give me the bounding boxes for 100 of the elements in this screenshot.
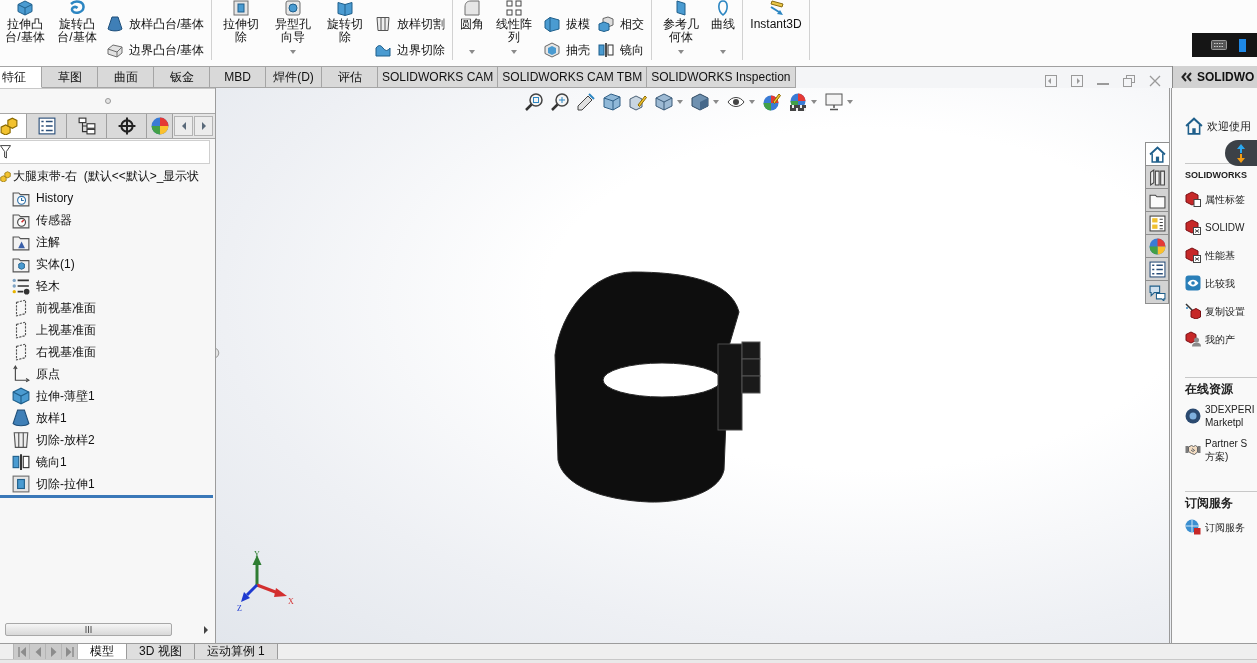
- view-tab[interactable]: 运动算例 1: [194, 644, 278, 659]
- task-tab[interactable]: [1145, 142, 1169, 166]
- filter-field[interactable]: [0, 140, 210, 164]
- caret-icon[interactable]: [748, 100, 755, 104]
- panel-tab[interactable]: [67, 114, 107, 138]
- panel-tab[interactable]: [107, 114, 147, 138]
- caret-icon[interactable]: [712, 100, 719, 104]
- tree-item[interactable]: 实体(1): [12, 253, 75, 275]
- task-link[interactable]: SOLIDW: [1205, 220, 1245, 234]
- task-link[interactable]: 订阅服务: [1205, 520, 1245, 534]
- tree-item[interactable]: 切除-拉伸1: [12, 473, 95, 495]
- task-tab[interactable]: [1145, 280, 1169, 304]
- tree-item[interactable]: 注解: [12, 231, 60, 253]
- caret-icon[interactable]: [511, 50, 518, 54]
- tree-item[interactable]: 拉伸-薄壁1: [12, 385, 95, 407]
- ribbon-button[interactable]: 拉伸凸台/基体: [1, 0, 49, 60]
- ribbon-button[interactable]: 镜向: [596, 37, 647, 63]
- right-triangle-icon[interactable]: [204, 625, 208, 634]
- caret-icon[interactable]: [810, 100, 817, 104]
- tree-item[interactable]: 右视基准面: [12, 341, 96, 363]
- double-chevron-icon[interactable]: [1181, 72, 1192, 82]
- tile-right-icon[interactable]: [1071, 75, 1083, 87]
- caret-icon[interactable]: [469, 50, 476, 54]
- caret-icon[interactable]: [846, 100, 853, 104]
- magnifier-icon[interactable]: [550, 93, 569, 111]
- color-ball-grid-icon[interactable]: [788, 93, 807, 111]
- ribbon-button[interactable]: 拔模: [542, 11, 593, 37]
- ribbon-button[interactable]: 相交: [596, 11, 647, 37]
- ribbon-tab[interactable]: 焊件(D): [266, 66, 322, 88]
- books-icon: [1148, 168, 1166, 186]
- scroll-left-button[interactable]: [174, 116, 193, 136]
- view-tab[interactable]: 模型: [78, 644, 127, 659]
- task-link[interactable]: 3DEXPERI Marketpl: [1205, 403, 1255, 429]
- caret-icon[interactable]: [678, 50, 685, 54]
- task-link[interactable]: 欢迎使用: [1207, 118, 1251, 134]
- cube-pencil-icon[interactable]: [628, 93, 647, 111]
- tree-item[interactable]: 镜向1: [12, 451, 67, 473]
- task-tab[interactable]: [1145, 257, 1169, 281]
- close-icon[interactable]: [1149, 75, 1161, 87]
- handle-dot-icon[interactable]: [104, 98, 111, 104]
- keyboard-icon[interactable]: [1211, 40, 1227, 50]
- ribbon-button[interactable]: 拉伸切除: [217, 0, 266, 60]
- task-tab[interactable]: [1145, 211, 1169, 235]
- shaded-cube-icon[interactable]: [690, 93, 709, 111]
- ribbon-button[interactable]: 参考几何体: [657, 0, 706, 60]
- caret-icon[interactable]: [290, 50, 297, 54]
- scroll-control[interactable]: [1225, 140, 1257, 166]
- view-tab[interactable]: 3D 视图: [127, 644, 195, 659]
- task-link[interactable]: 我的产: [1205, 332, 1235, 346]
- section-cube-icon[interactable]: [602, 93, 621, 111]
- tile-left-icon[interactable]: [1045, 75, 1057, 87]
- task-tab[interactable]: [1145, 165, 1169, 189]
- caret-icon[interactable]: [720, 50, 727, 54]
- tree-item[interactable]: 大腿束带-右 (默认<<默认>_显示状: [0, 165, 200, 187]
- ribbon-button[interactable]: 旋转切除: [321, 0, 370, 60]
- tree-item[interactable]: 轻木: [12, 275, 60, 297]
- monitor-icon[interactable]: [824, 93, 843, 111]
- task-link[interactable]: Partner S 方案): [1205, 437, 1248, 463]
- ribbon-tab[interactable]: MBD: [210, 66, 266, 88]
- magnifier-icon[interactable]: [524, 93, 543, 111]
- ribbon-button[interactable]: 放样切割: [373, 11, 448, 37]
- ribbon-tab[interactable]: 钣金: [154, 66, 210, 88]
- tree-item[interactable]: 放样1: [12, 407, 67, 429]
- scroll-thumb[interactable]: [5, 623, 172, 636]
- ribbon-button[interactable]: 边界凸台/基体: [105, 37, 207, 63]
- tree-item[interactable]: 原点: [12, 363, 60, 385]
- scroll-right-button[interactable]: [194, 116, 213, 136]
- ribbon-button[interactable]: 抽壳: [542, 37, 593, 63]
- tree-item[interactable]: 切除-放样2: [12, 429, 95, 451]
- ribbon-button[interactable]: 圆角: [458, 0, 487, 60]
- ribbon-tab[interactable]: 特征: [0, 66, 42, 88]
- tree-item[interactable]: History: [12, 187, 74, 209]
- ribbon-tab[interactable]: 曲面: [98, 66, 154, 88]
- ribbon-button[interactable]: Instant3D: [748, 0, 804, 60]
- ribbon-button[interactable]: 曲线: [709, 0, 738, 60]
- restore-icon[interactable]: [1123, 75, 1135, 87]
- ribbon-button[interactable]: 放样凸台/基体: [105, 11, 207, 37]
- ribbon-tab[interactable]: SOLIDWORKS Inspection: [647, 66, 796, 88]
- ribbon-tab[interactable]: SOLIDWORKS CAM TBM: [498, 66, 648, 88]
- task-tab[interactable]: [1145, 188, 1169, 212]
- tree-item[interactable]: 传感器: [12, 209, 72, 231]
- pencil-arrow-icon[interactable]: [576, 93, 595, 111]
- tree-item[interactable]: 上视基准面: [12, 319, 96, 341]
- task-link[interactable]: 比较我: [1205, 276, 1235, 290]
- caret-icon[interactable]: [676, 100, 683, 104]
- color-ball-pencil-icon[interactable]: [762, 93, 781, 111]
- ribbon-button[interactable]: 旋转凸台/基体: [53, 0, 101, 60]
- ribbon-button[interactable]: 线性阵列: [490, 0, 539, 60]
- ribbon-button[interactable]: 边界切除: [373, 37, 448, 63]
- task-link[interactable]: 属性标签: [1205, 192, 1245, 206]
- tree-item[interactable]: 前视基准面: [12, 297, 96, 319]
- bar-icon[interactable]: [1239, 38, 1246, 52]
- ribbon-tab[interactable]: SOLIDWORKS CAM: [378, 66, 499, 88]
- task-link[interactable]: 复制设置: [1205, 304, 1245, 318]
- cube-icon[interactable]: [654, 93, 673, 111]
- ribbon-button[interactable]: 异型孔向导: [269, 0, 318, 60]
- task-link[interactable]: 性能基: [1205, 248, 1235, 262]
- handle-tab-icon[interactable]: [216, 348, 222, 358]
- ribbon-tab[interactable]: 草图: [42, 66, 98, 88]
- ribbon-tab[interactable]: 评估: [322, 66, 378, 88]
